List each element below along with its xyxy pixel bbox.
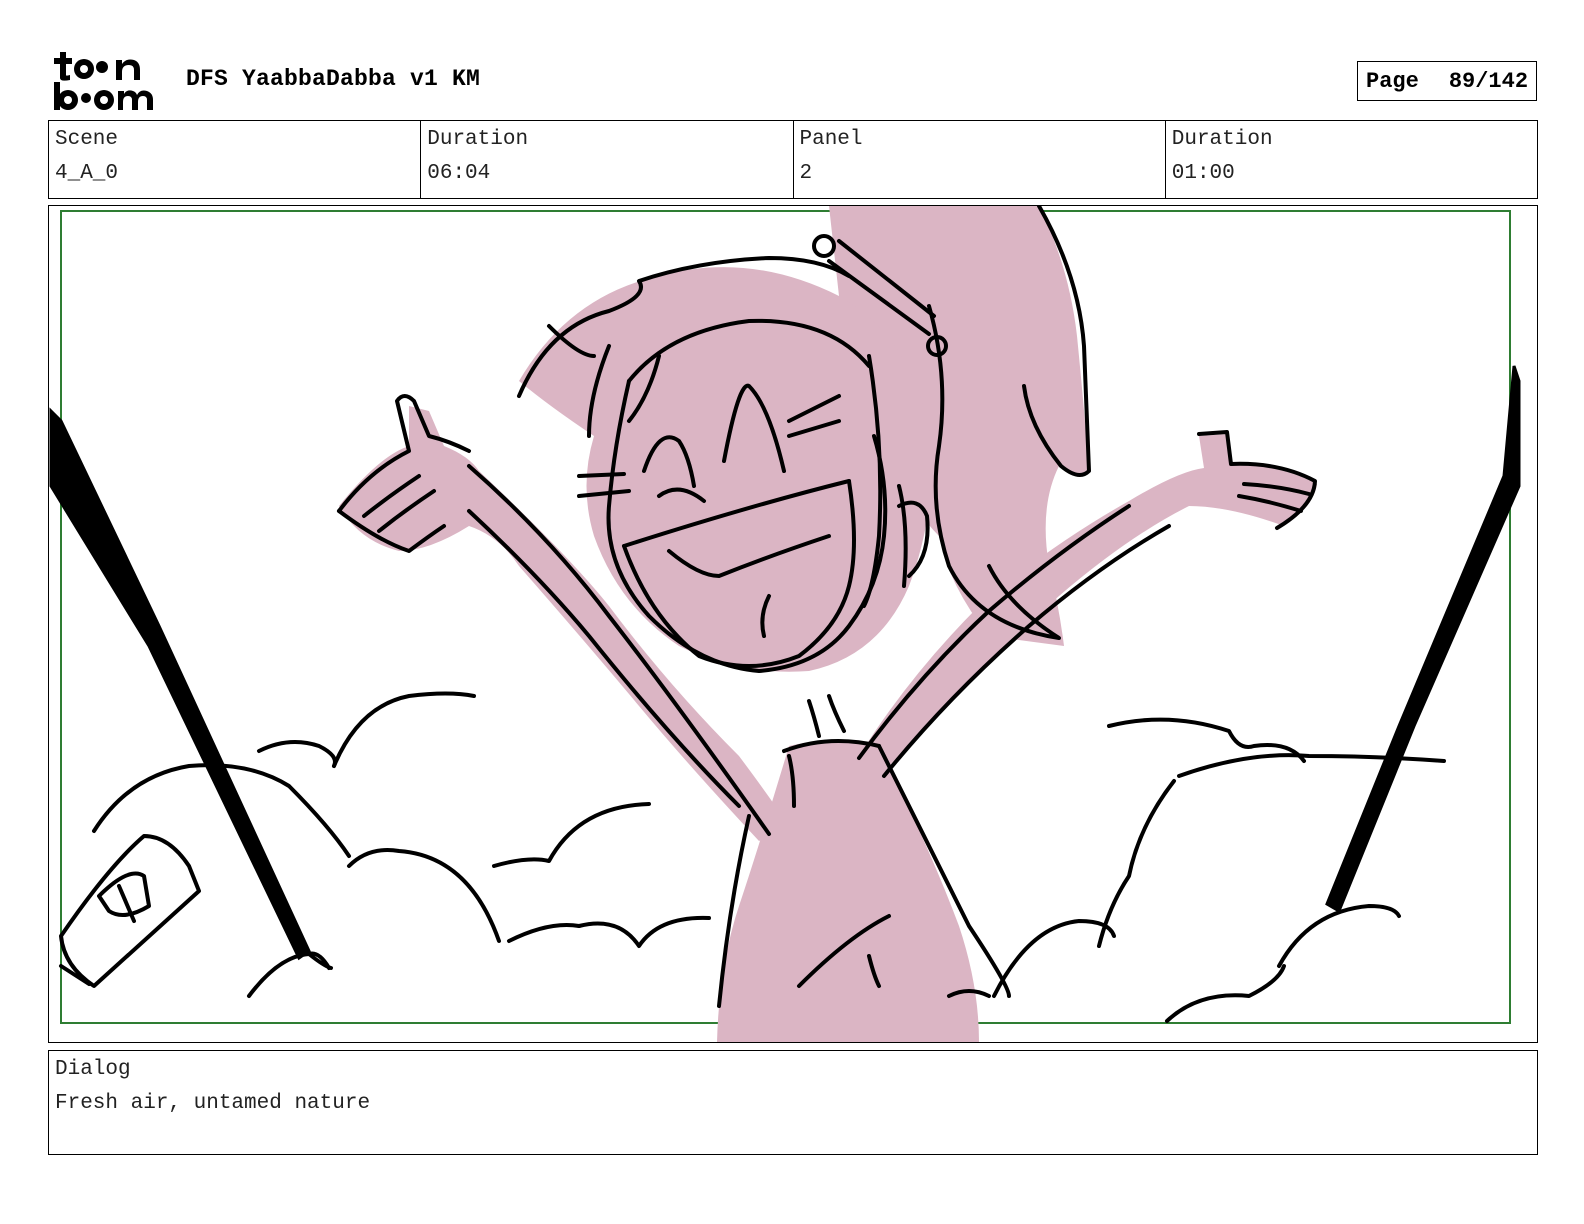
- page-indicator: Page 89/142: [1357, 61, 1537, 101]
- storyboard-panel: [48, 205, 1538, 1043]
- scene-duration-label: Duration: [427, 128, 529, 151]
- dialog-text: Fresh air, untamed nature: [55, 1092, 371, 1115]
- scene-info-table: Scene 4_A_0 Duration 06:04 Panel 2 Durat…: [48, 120, 1538, 199]
- panel-duration-value: 01:00: [1171, 162, 1235, 185]
- scene-duration-value: 06:04: [427, 162, 491, 185]
- scene-value: 4_A_0: [55, 162, 119, 185]
- panel-duration-cell: Duration 01:00: [1166, 121, 1537, 198]
- dialog-box: Dialog Fresh air, untamed nature: [48, 1050, 1538, 1155]
- logo-mark: [54, 52, 153, 110]
- panel-label: Panel: [799, 128, 863, 151]
- mouse-sketch: [59, 834, 201, 988]
- document-title: DFS YaabbaDabba v1 KM: [186, 66, 481, 92]
- panel-duration-label: Duration: [1171, 128, 1273, 151]
- storyboard-sketch: [49, 206, 1521, 1042]
- scene-duration-cell: Duration 06:04: [421, 121, 794, 198]
- toon-boom-logo: [52, 50, 164, 112]
- panel-value: 2: [799, 162, 813, 185]
- character-fill: [339, 206, 1317, 1042]
- dialog-label: Dialog: [55, 1058, 131, 1081]
- page-label: Page: [1366, 68, 1419, 94]
- scene-label: Scene: [55, 128, 119, 151]
- panel-cell: Panel 2: [794, 121, 1166, 198]
- scene-cell: Scene 4_A_0: [49, 121, 422, 198]
- page-number: 89/142: [1448, 68, 1529, 94]
